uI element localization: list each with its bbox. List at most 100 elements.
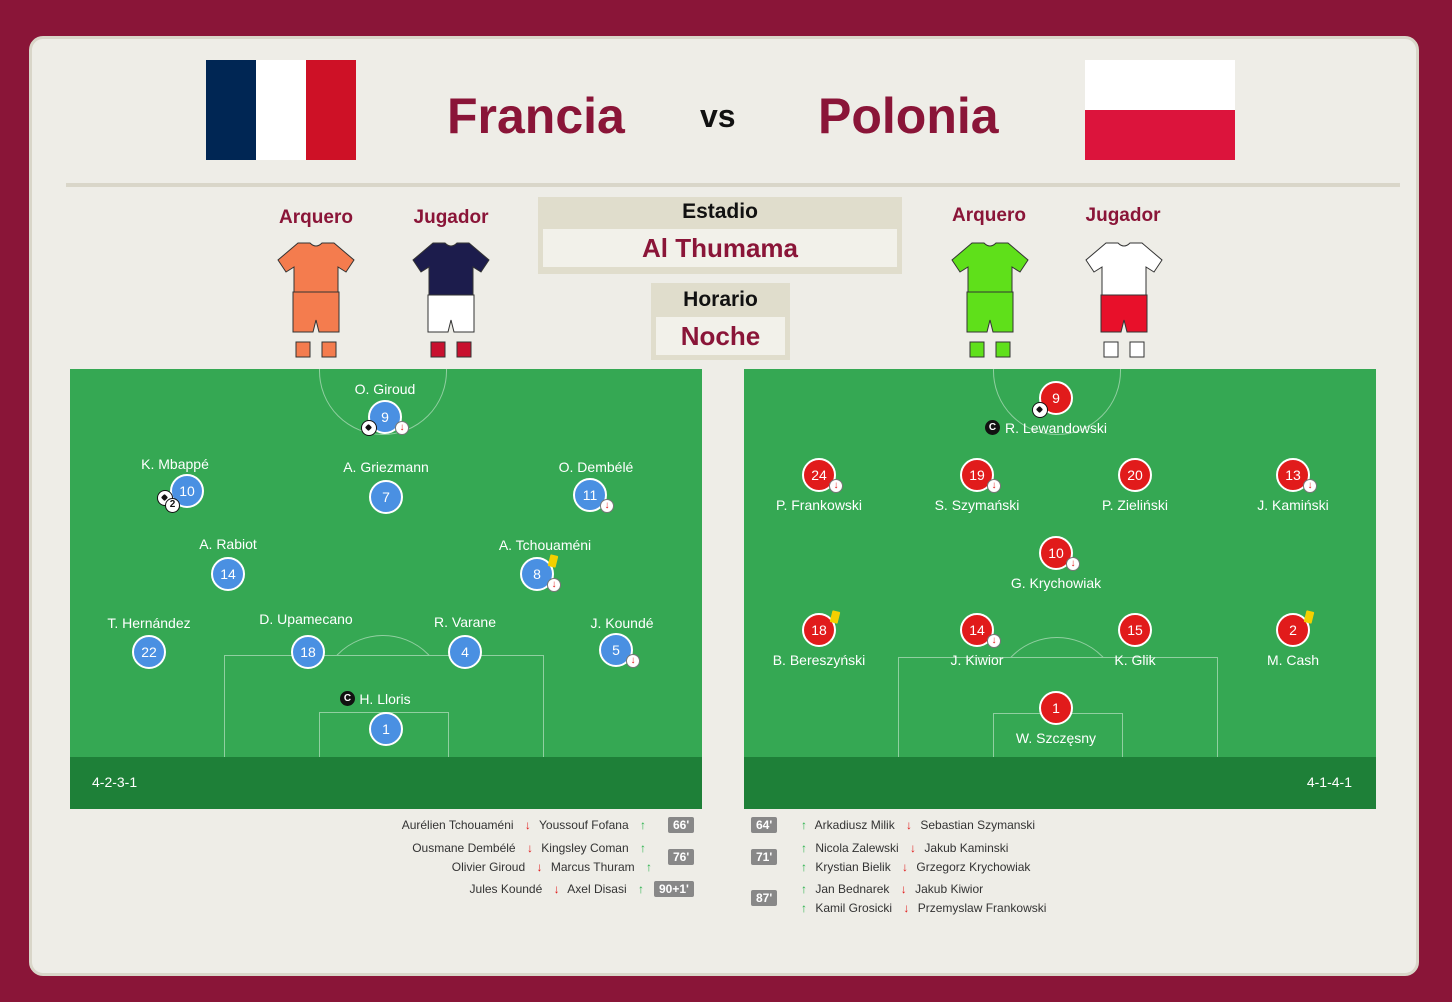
player-off: Sebastian Szymanski [920,818,1036,832]
player-name: A. Tchouaméni [498,537,592,553]
arrow-down-icon: ↓ [910,841,917,855]
player-on: Kingsley Coman [541,841,629,855]
player-name: H. Lloris [359,691,411,707]
arrow-up-icon: ↑ [638,882,644,896]
home-player-kit-icon [411,240,491,358]
arrow-down-icon: ↓ [526,841,533,855]
arrow-up-icon: ↑ [640,818,646,832]
sub-minute-badge: 76' [668,849,695,865]
player-name: K. Mbappé [141,456,209,472]
away-gk-kit-icon [950,240,1030,358]
arrow-up-icon: ↑ [801,841,807,855]
away-gk-kit-label: Arquero [952,205,1026,226]
player-name: G. Krychowiak [1010,575,1102,591]
substitution-row: ↑ Kamil Grosicki ↓ Przemyslaw Frankowski [801,901,1046,915]
goal-ball-icon [1032,402,1048,418]
player-name: A. Rabiot [199,536,257,552]
away-team-name: Polonia [818,88,999,144]
player-off: Przemyslaw Frankowski [917,901,1047,915]
player-number: 18 [291,635,325,669]
arrow-up-icon: ↑ [801,860,807,874]
player-on: Nicola Zalewski [815,841,899,855]
player-on: Marcus Thuram [550,860,635,874]
substitution-row: Ousmane Dembélé ↓ Kingsley Coman ↑ [412,841,646,855]
player-on: Kamil Grosicki [815,901,893,915]
home-formation: 4-2-3-1 [92,774,138,790]
captain-badge: C [340,691,355,706]
player-on: Jan Bednarek [815,882,890,896]
sub-off-icon: ↓ [829,479,843,493]
substitution-row: ↑ Nicola Zalewski ↓ Jakub Kaminski [801,841,1008,855]
arrow-down-icon: ↓ [906,818,913,832]
arrow-up-icon: ↑ [801,882,807,896]
arrow-up-icon: ↑ [801,818,807,832]
player-name: W. Szczęsny [1015,730,1097,746]
arrow-down-icon: ↓ [903,901,910,915]
substitution-row: Aurélien Tchouaméni ↓ Youssouf Fofana ↑ [402,818,646,832]
arrow-up-icon: ↑ [646,860,652,874]
player-number: 1 [369,712,403,746]
player-off: Ousmane Dembélé [412,841,516,855]
player-off: Grzegorz Krychowiak [916,860,1031,874]
sub-off-icon: ↓ [395,421,409,435]
formation-band [744,757,1376,809]
home-player-kit-label: Jugador [413,207,489,228]
player-number: 4 [448,635,482,669]
arrow-down-icon: ↓ [553,882,560,896]
player-name: O. Dembélé [558,459,634,475]
stadium-box: Estadio Al Thumama [538,197,902,274]
sub-off-icon: ↓ [1303,479,1317,493]
player-on: Youssouf Fofana [539,818,629,832]
time-box: Horario Noche [651,283,790,360]
sub-off-icon: ↓ [987,634,1001,648]
player-name: J. Koundé [590,615,654,631]
player-on: Arkadiusz Milik [814,818,895,832]
stadium-value: Al Thumama [543,229,897,267]
player-number: 14 [211,557,245,591]
player-name: J. Kamiński [1257,497,1329,513]
sub-off-icon: ↓ [600,499,614,513]
player-off: Jakub Kaminski [924,841,1009,855]
home-team-name: Francia [447,88,625,144]
substitution-row: ↑ Jan Bednarek ↓ Jakub Kiwior [801,882,983,896]
sub-minute-badge: 90+1' [654,881,694,897]
away-player-kit-label: Jugador [1085,205,1161,226]
sub-off-icon: ↓ [626,654,640,668]
goal-count: 2 [165,498,180,513]
away-player-kit-icon [1084,240,1164,358]
time-label: Horario [683,288,758,311]
arrow-down-icon: ↓ [524,818,531,832]
player-number: 7 [369,480,403,514]
arrow-down-icon: ↓ [536,860,543,874]
arrow-up-icon: ↑ [640,841,646,855]
sub-minute-badge: 87' [751,890,778,906]
arrow-down-icon: ↓ [902,860,909,874]
player-number: 22 [132,635,166,669]
player-off: Jules Koundé [469,882,543,896]
home-gk-kit-label: Arquero [279,207,353,228]
vs-label: vs [700,98,736,134]
captain-badge: C [985,420,1000,435]
player-number: 20 [1118,458,1152,492]
substitution-row: ↑ Krystian Bielik ↓ Grzegorz Krychowiak [801,860,1030,874]
formation-band [70,757,702,809]
sub-minute-badge: 66' [668,817,695,833]
goal-ball-icon [361,420,377,436]
france-flag [206,60,356,160]
sub-minute-badge: 71' [751,849,778,865]
player-off: Jakub Kiwior [915,882,984,896]
arrow-up-icon: ↑ [801,901,807,915]
player-number: 15 [1118,613,1152,647]
player-off: Olivier Giroud [451,860,526,874]
substitution-row: Jules Koundé ↓ Axel Disasi ↑ [470,882,644,896]
away-formation: 4-1-4-1 [1306,774,1352,790]
arrow-down-icon: ↓ [900,882,907,896]
sub-off-icon: ↓ [987,479,1001,493]
time-value: Noche [656,317,785,355]
player-name: M. Cash [1266,652,1320,668]
poland-flag [1085,60,1235,160]
player-on: Axel Disasi [567,882,627,896]
substitution-row: ↑ Arkadiusz Milik ↓ Sebastian Szymanski [801,818,1035,832]
stadium-label: Estadio [682,200,758,223]
sub-minute-badge: 64' [751,817,778,833]
